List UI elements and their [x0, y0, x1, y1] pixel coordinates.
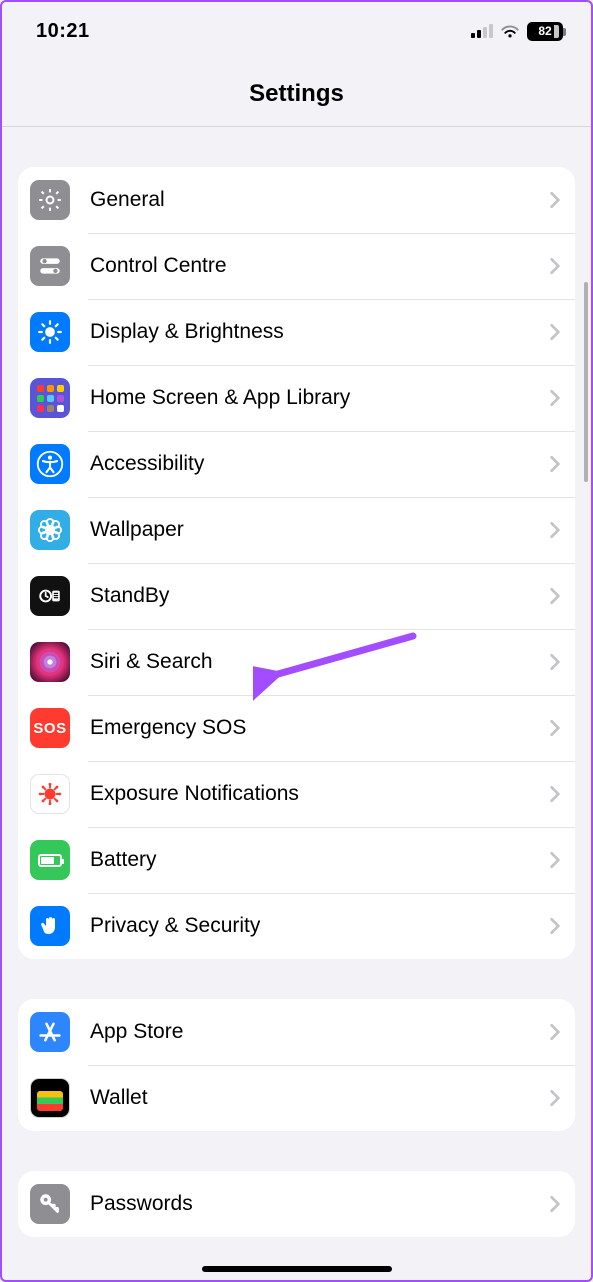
wifi-icon	[500, 24, 520, 39]
row-sos[interactable]: SOS Emergency SOS	[18, 695, 575, 761]
chevron-right-icon	[549, 587, 561, 605]
row-exposure[interactable]: Exposure Notifications	[18, 761, 575, 827]
row-passwords[interactable]: Passwords	[18, 1171, 575, 1237]
row-general[interactable]: General	[18, 167, 575, 233]
row-battery[interactable]: Battery	[18, 827, 575, 893]
virus-icon	[30, 774, 70, 814]
row-label: Wallet	[90, 1086, 549, 1110]
settings-group: Passwords	[18, 1171, 575, 1237]
row-label: Wallpaper	[90, 518, 549, 542]
chevron-right-icon	[549, 1023, 561, 1041]
standby-icon	[30, 576, 70, 616]
gear-icon	[30, 180, 70, 220]
row-label: General	[90, 188, 549, 212]
row-label: Accessibility	[90, 452, 549, 476]
sun-icon	[30, 312, 70, 352]
appstore-icon	[30, 1012, 70, 1052]
row-label: Display & Brightness	[90, 320, 549, 344]
toggles-icon	[30, 246, 70, 286]
row-wallet[interactable]: Wallet	[18, 1065, 575, 1131]
cell-signal-icon	[471, 24, 493, 38]
hand-icon	[30, 906, 70, 946]
settings-list[interactable]: General Control Centre Display & Brightnes…	[2, 167, 591, 1237]
chevron-right-icon	[549, 1089, 561, 1107]
flower-icon	[30, 510, 70, 550]
row-home-screen[interactable]: Home Screen & App Library	[18, 365, 575, 431]
row-privacy[interactable]: Privacy & Security	[18, 893, 575, 959]
row-label: StandBy	[90, 584, 549, 608]
chevron-right-icon	[549, 785, 561, 803]
row-control-centre[interactable]: Control Centre	[18, 233, 575, 299]
row-accessibility[interactable]: Accessibility	[18, 431, 575, 497]
settings-group: General Control Centre Display & Brightnes…	[18, 167, 575, 959]
row-label: Exposure Notifications	[90, 782, 549, 806]
navbar: Settings	[2, 52, 591, 127]
wallet-icon	[30, 1078, 70, 1118]
row-display[interactable]: Display & Brightness	[18, 299, 575, 365]
chevron-right-icon	[549, 191, 561, 209]
row-siri[interactable]: Siri & Search	[18, 629, 575, 695]
row-label: Battery	[90, 848, 549, 872]
row-standby[interactable]: StandBy	[18, 563, 575, 629]
row-label: Home Screen & App Library	[90, 386, 549, 410]
chevron-right-icon	[549, 521, 561, 539]
home-indicator	[202, 1266, 392, 1272]
page-title: Settings	[2, 80, 591, 108]
apps-icon	[30, 378, 70, 418]
status-time: 10:21	[36, 20, 90, 43]
chevron-right-icon	[549, 917, 561, 935]
chevron-right-icon	[549, 389, 561, 407]
chevron-right-icon	[549, 1195, 561, 1213]
row-appstore[interactable]: App Store	[18, 999, 575, 1065]
row-label: Privacy & Security	[90, 914, 549, 938]
sos-icon: SOS	[30, 708, 70, 748]
key-icon	[30, 1184, 70, 1224]
chevron-right-icon	[549, 653, 561, 671]
status-bar: 10:21 82	[2, 2, 591, 52]
row-wallpaper[interactable]: Wallpaper	[18, 497, 575, 563]
battery-icon	[30, 840, 70, 880]
battery-icon: 82	[527, 22, 563, 41]
row-label: App Store	[90, 1020, 549, 1044]
accessibility-icon	[30, 444, 70, 484]
siri-icon	[30, 642, 70, 682]
chevron-right-icon	[549, 257, 561, 275]
chevron-right-icon	[549, 851, 561, 869]
chevron-right-icon	[549, 323, 561, 341]
chevron-right-icon	[549, 719, 561, 737]
scroll-indicator	[584, 282, 588, 482]
settings-group: App Store Wallet	[18, 999, 575, 1131]
status-right: 82	[471, 22, 563, 41]
row-label: Siri & Search	[90, 650, 549, 674]
row-label: Emergency SOS	[90, 716, 549, 740]
row-label: Control Centre	[90, 254, 549, 278]
chevron-right-icon	[549, 455, 561, 473]
row-label: Passwords	[90, 1192, 549, 1216]
